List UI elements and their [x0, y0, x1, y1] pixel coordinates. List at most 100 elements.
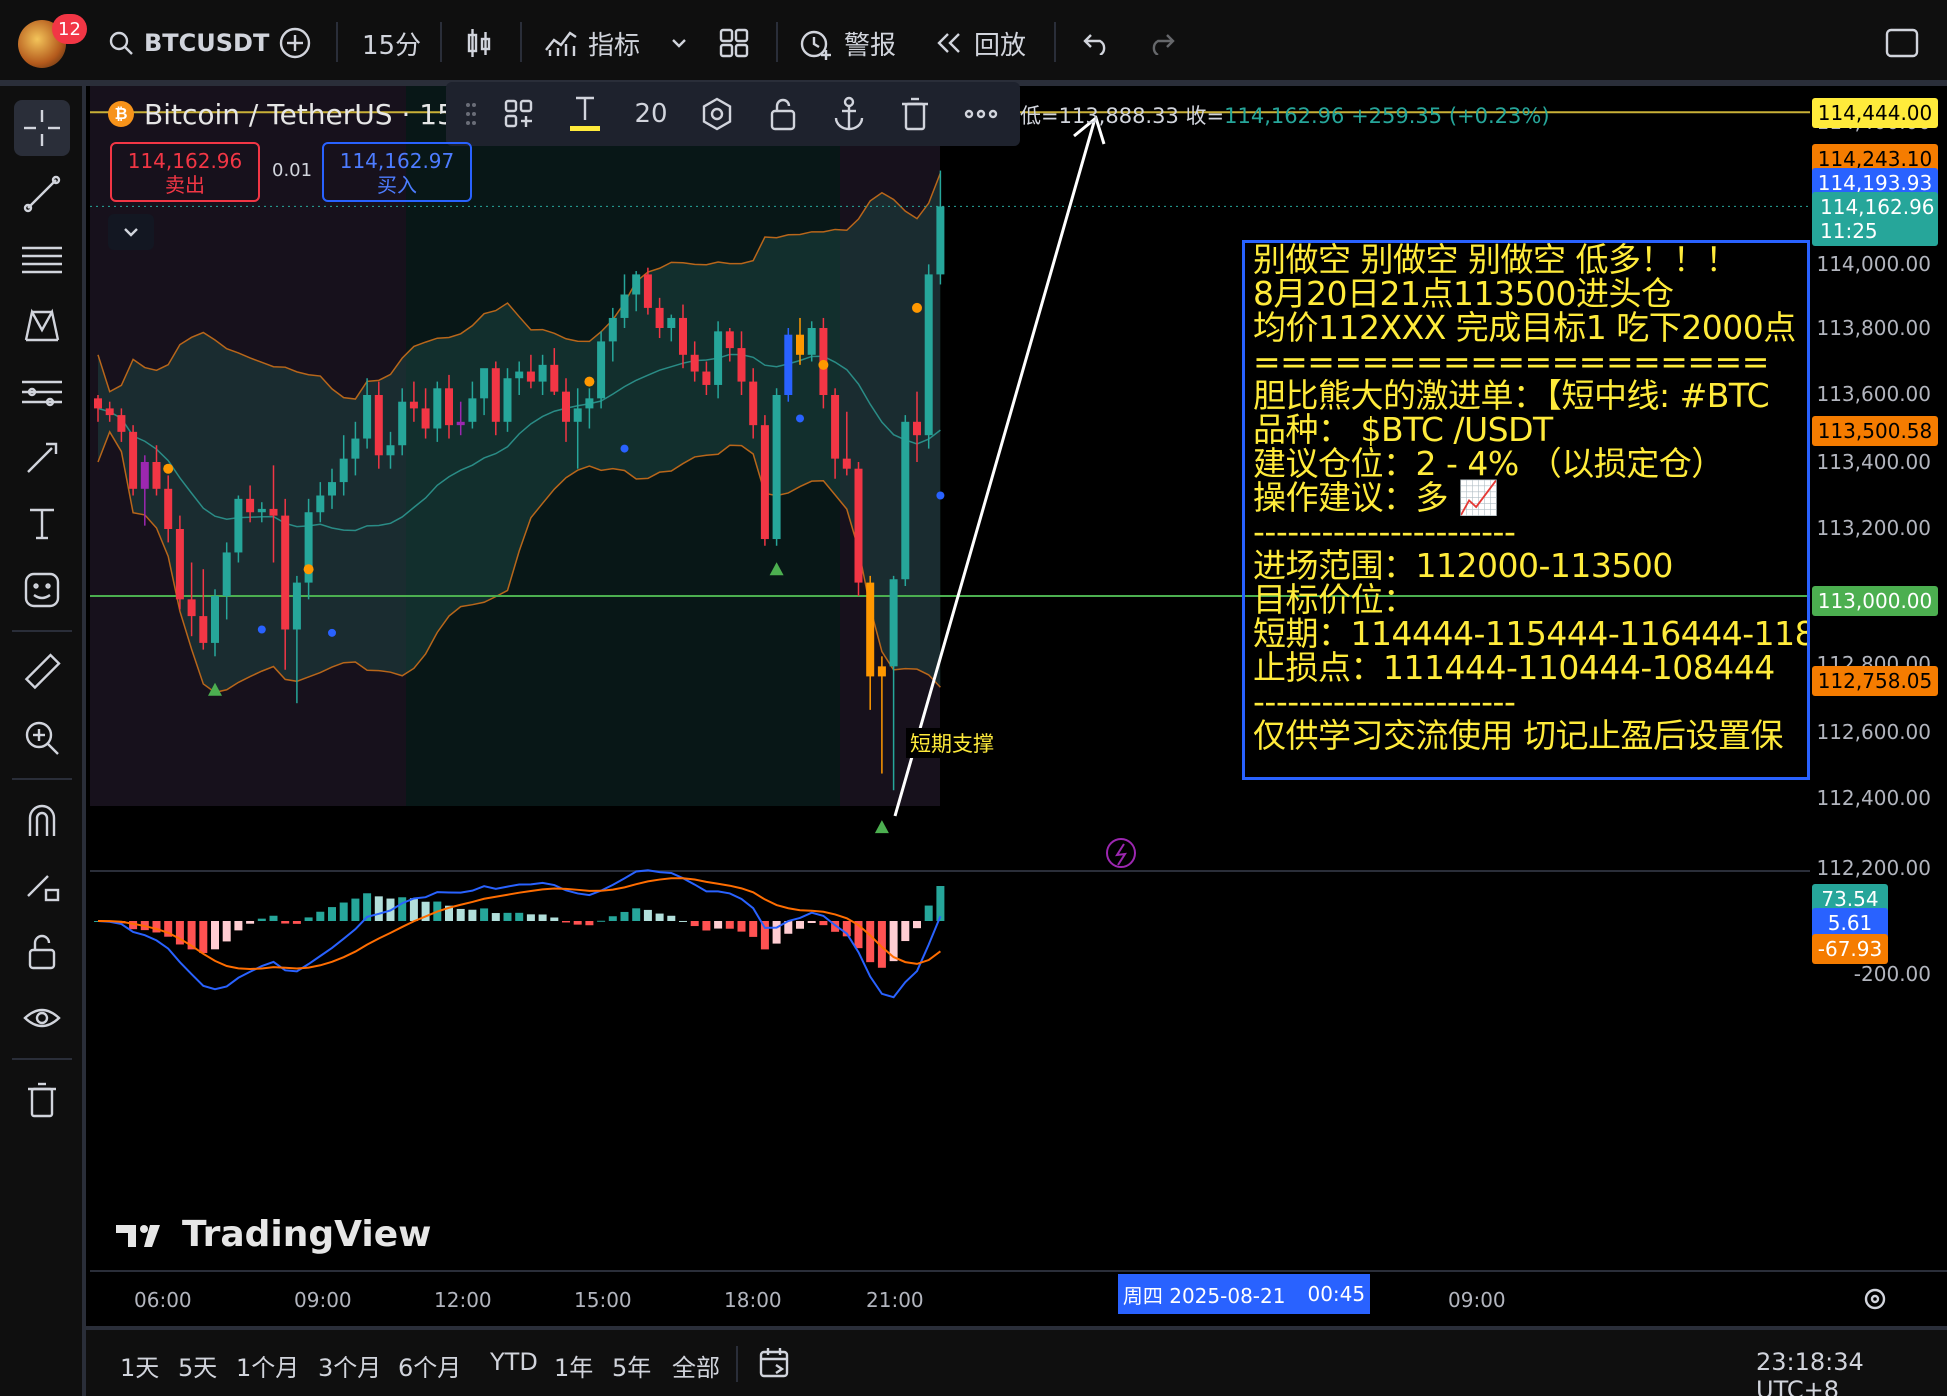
- crosshair-tool[interactable]: [14, 100, 70, 156]
- gear-icon[interactable]: [1862, 1286, 1888, 1312]
- range-button[interactable]: 5天: [178, 1348, 217, 1383]
- note-line: 短期：114444-115444-116444-11844: [1253, 614, 1810, 653]
- macd-histogram-bar: [679, 920, 687, 922]
- lock-button[interactable]: [750, 89, 816, 139]
- chevron-down-icon: [672, 39, 686, 48]
- candle-body: [679, 317, 687, 355]
- macd-histogram-bar: [234, 921, 243, 931]
- notification-badge: 12: [52, 14, 87, 44]
- zoom-in-icon: [25, 721, 59, 755]
- indicators-button[interactable]: 指标: [544, 20, 640, 66]
- time-tick: 15:00: [574, 1288, 632, 1312]
- price-axis[interactable]: 114,400.00114,000.00113,800.00113,600.00…: [1810, 86, 1947, 1326]
- range-button[interactable]: 1个月: [236, 1348, 299, 1383]
- macd-histogram-bar: [819, 921, 828, 926]
- candles-icon: [467, 29, 491, 57]
- symbol-legend[interactable]: ₿ Bitcoin / TetherUS · 15 ·: [108, 94, 473, 134]
- grid-layout-icon: [719, 28, 749, 58]
- alert-button[interactable]: 警报: [798, 20, 896, 66]
- candle-body: [199, 616, 208, 643]
- plus-circle-icon: [279, 27, 311, 59]
- replay-label: 回放: [974, 30, 1027, 61]
- sell-button[interactable]: 114,162.96 卖出: [110, 142, 260, 202]
- candle-body: [152, 462, 161, 489]
- text-color-icon: [570, 96, 600, 131]
- candle-body: [105, 408, 114, 416]
- forecast-tool[interactable]: [14, 364, 70, 420]
- remove-drawings-tool[interactable]: [14, 1072, 70, 1128]
- candle-body: [374, 395, 383, 456]
- macd-histogram-bar: [199, 921, 208, 954]
- fullscreen-button[interactable]: [1884, 20, 1920, 66]
- range-button[interactable]: 5年: [612, 1348, 651, 1383]
- redo-button[interactable]: [1146, 20, 1176, 66]
- range-button[interactable]: 3个月: [318, 1348, 381, 1383]
- text-annotation[interactable]: 别做空 别做空 别做空 低多！！！ 8月20日21点113500进头仓 均价112X…: [1242, 240, 1810, 780]
- compare-symbol-button[interactable]: [278, 20, 312, 66]
- interval-button[interactable]: 15分: [362, 20, 421, 66]
- indicators-dropdown[interactable]: [670, 20, 688, 66]
- drag-handle[interactable]: [456, 89, 486, 139]
- candle-body: [445, 388, 453, 426]
- brush-tool[interactable]: [14, 430, 70, 486]
- time-tick: 06:00: [134, 1288, 192, 1312]
- buy-button[interactable]: 114,162.97 买入: [322, 142, 472, 202]
- delete-button[interactable]: [882, 89, 948, 139]
- macd-histogram-bar: [924, 905, 933, 921]
- text-tool[interactable]: [14, 496, 70, 552]
- note-line: -----------------------: [1253, 512, 1516, 551]
- time-tick: 09:00: [1448, 1288, 1506, 1312]
- symbol-search-button[interactable]: BTCUSDT: [108, 20, 269, 66]
- macd-histogram-bar: [936, 886, 945, 921]
- unlock-icon: [770, 98, 796, 131]
- font-size-button[interactable]: 20: [618, 89, 684, 139]
- range-button[interactable]: 全部: [672, 1348, 720, 1383]
- undo-button[interactable]: [1082, 20, 1112, 66]
- macd-histogram-bar: [491, 913, 500, 921]
- template-button[interactable]: [486, 89, 552, 139]
- text-color-button[interactable]: [552, 89, 618, 139]
- replay-button[interactable]: 回放: [934, 20, 1026, 66]
- range-button[interactable]: 1天: [120, 1348, 159, 1383]
- trend-line-tool[interactable]: [14, 166, 70, 222]
- range-button[interactable]: 1年: [554, 1348, 593, 1383]
- order-quantity[interactable]: 0.01: [272, 160, 312, 181]
- ohlc-values: 低=113,888.33 收=114,162.96 +259.35 (+0.23…: [1020, 100, 1550, 130]
- note-line: 操作建议：多 📈: [1253, 478, 1499, 517]
- candle-body: [515, 371, 524, 379]
- chart-type-button[interactable]: [464, 20, 494, 66]
- projection-icon: [22, 380, 62, 407]
- eye-icon: [23, 1008, 61, 1028]
- range-button[interactable]: 6个月: [398, 1348, 461, 1383]
- lock-drawings-tool[interactable]: [14, 924, 70, 980]
- more-button[interactable]: [948, 89, 1014, 139]
- tradingview-logo[interactable]: TradingView: [116, 1214, 431, 1255]
- candle-body: [398, 401, 407, 446]
- pattern-tool[interactable]: [14, 298, 70, 354]
- symbol-name: BTCUSDT: [144, 29, 270, 57]
- close-label: 收=: [1185, 104, 1225, 128]
- settings-button[interactable]: [684, 89, 750, 139]
- calendar-goto-icon[interactable]: [758, 1346, 792, 1380]
- candle-body: [573, 408, 582, 422]
- tradingview-logo-icon: [116, 1224, 160, 1247]
- measure-tool[interactable]: [14, 644, 70, 700]
- candle-body: [456, 421, 465, 426]
- range-button[interactable]: YTD: [490, 1348, 538, 1376]
- hide-drawings-tool[interactable]: [14, 990, 70, 1046]
- icon-tool[interactable]: [14, 562, 70, 618]
- macd-histogram-bar: [526, 914, 535, 921]
- zoom-tool[interactable]: [14, 710, 70, 766]
- alert-label: 警报: [844, 30, 897, 61]
- layouts-button[interactable]: [718, 20, 750, 66]
- collapse-legend-button[interactable]: [108, 214, 154, 250]
- stay-in-drawing-mode-tool[interactable]: [14, 858, 70, 914]
- fib-tool[interactable]: [14, 232, 70, 288]
- anchor-button[interactable]: [816, 89, 882, 139]
- price-tick: 113,800.00: [1816, 316, 1931, 340]
- magnet-tool[interactable]: [14, 792, 70, 848]
- time-axis[interactable]: 06:0009:0012:0015:0018:0021:00:0006:0009…: [90, 1270, 1947, 1326]
- brush-icon: [27, 442, 58, 473]
- clock[interactable]: 23:18:34 UTC+8: [1756, 1348, 1947, 1396]
- last-price-label: 114,162.96 11:25: [1812, 192, 1938, 246]
